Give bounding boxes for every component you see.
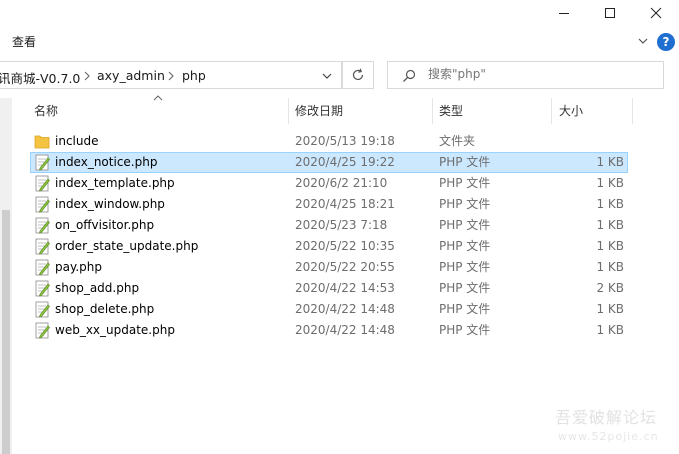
file-name: include [55, 134, 99, 148]
minimize-button[interactable] [541, 0, 587, 26]
file-type: PHP 文件 [439, 218, 491, 232]
file-size: 1 KB [596, 155, 624, 169]
file-type: PHP 文件 [439, 302, 491, 316]
column-divider[interactable] [288, 98, 289, 124]
php-file-icon [35, 259, 50, 276]
file-name: on_offvisitor.php [55, 218, 155, 232]
file-type: PHP 文件 [439, 323, 491, 337]
file-name: index_template.php [55, 176, 175, 190]
file-type: PHP 文件 [439, 155, 491, 169]
ribbon-bar: 查看 ? [0, 30, 679, 54]
file-modified: 2020/5/23 7:18 [295, 218, 388, 232]
file-name: order_state_update.php [55, 239, 199, 253]
file-modified: 2020/4/25 19:22 [295, 155, 395, 169]
file-row[interactable]: shop_add.php 2020/4/22 14:53 PHP 文件 2 KB [30, 278, 628, 299]
breadcrumb-item[interactable]: 讯商城-V0.7.0 [0, 68, 80, 87]
file-size: 1 KB [596, 302, 624, 316]
file-size: 1 KB [596, 218, 624, 232]
file-name: shop_delete.php [55, 302, 155, 316]
file-modified: 2020/4/25 18:21 [295, 197, 395, 211]
watermark-title: 吾爱破解论坛 [555, 408, 658, 427]
file-size: 1 KB [596, 239, 624, 253]
file-size: 1 KB [596, 197, 624, 211]
file-row[interactable]: index_template.php 2020/6/2 21:10 PHP 文件… [30, 173, 628, 194]
file-size: 1 KB [596, 260, 624, 274]
file-size: 1 KB [596, 176, 624, 190]
file-size: 2 KB [596, 281, 624, 295]
php-file-icon [35, 175, 50, 192]
php-file-icon [35, 280, 50, 297]
file-modified: 2020/5/22 20:55 [295, 260, 395, 274]
column-divider[interactable] [432, 98, 433, 124]
php-file-icon [35, 154, 50, 171]
column-header-modified[interactable]: 修改日期 [295, 98, 425, 124]
column-divider[interactable] [632, 98, 633, 124]
search-input[interactable] [428, 67, 648, 81]
navigation-scrollbar[interactable] [2, 210, 10, 454]
file-row[interactable]: on_offvisitor.php 2020/5/23 7:18 PHP 文件 … [30, 215, 628, 236]
file-modified: 2020/5/13 19:18 [295, 134, 395, 148]
file-name: index_notice.php [55, 155, 158, 169]
php-file-icon [35, 196, 50, 213]
file-modified: 2020/4/22 14:48 [295, 302, 395, 316]
file-modified: 2020/4/22 14:53 [295, 281, 395, 295]
file-modified: 2020/6/2 21:10 [295, 176, 388, 190]
watermark-url: www.52pojie.cn [558, 430, 659, 443]
breadcrumb-item[interactable]: axy_admin [97, 68, 165, 83]
refresh-button[interactable] [342, 61, 374, 89]
help-icon[interactable]: ? [657, 33, 675, 51]
file-name: web_xx_update.php [55, 323, 175, 337]
close-icon [650, 7, 662, 19]
file-type: PHP 文件 [439, 281, 491, 295]
file-row[interactable]: index_window.php 2020/4/25 18:21 PHP 文件 … [30, 194, 628, 215]
php-file-icon [35, 301, 50, 318]
chevron-right-icon[interactable] [83, 71, 91, 81]
maximize-button[interactable] [587, 0, 633, 26]
address-bar[interactable]: 讯商城-V0.7.0 axy_admin php [0, 61, 342, 89]
column-header-size[interactable]: 大小 [559, 98, 619, 124]
search-icon [403, 69, 416, 82]
file-row[interactable]: include 2020/5/13 19:18 文件夹 [30, 131, 628, 152]
file-name: shop_add.php [55, 281, 140, 295]
php-file-icon [35, 217, 50, 234]
file-type: PHP 文件 [439, 239, 491, 253]
file-type: 文件夹 [439, 134, 476, 148]
column-header-type[interactable]: 类型 [439, 98, 539, 124]
close-button[interactable] [633, 0, 679, 26]
title-bar [0, 0, 679, 30]
maximize-icon [605, 8, 615, 18]
php-file-icon [35, 322, 50, 339]
file-type: PHP 文件 [439, 260, 491, 274]
breadcrumb-item[interactable]: php [182, 68, 206, 83]
column-divider[interactable] [551, 98, 552, 124]
search-box[interactable] [387, 61, 664, 89]
file-row[interactable]: pay.php 2020/5/22 20:55 PHP 文件 1 KB [30, 257, 628, 278]
folder-icon [34, 135, 50, 149]
php-file-icon [35, 238, 50, 255]
file-modified: 2020/5/22 10:35 [295, 239, 395, 253]
file-size: 1 KB [596, 323, 624, 337]
view-menu[interactable]: 查看 [12, 33, 36, 50]
refresh-icon [352, 68, 364, 81]
file-row[interactable]: web_xx_update.php 2020/4/22 14:48 PHP 文件… [30, 320, 628, 341]
file-type: PHP 文件 [439, 197, 491, 211]
chevron-down-icon[interactable] [322, 72, 332, 80]
file-name: index_window.php [55, 197, 165, 211]
minimize-icon [559, 13, 569, 14]
expand-ribbon-icon[interactable] [637, 35, 649, 47]
file-modified: 2020/4/22 14:48 [295, 323, 395, 337]
column-header-name[interactable]: 名称 [34, 98, 284, 124]
file-row[interactable]: index_notice.php 2020/4/25 19:22 PHP 文件 … [30, 152, 628, 173]
file-row[interactable]: shop_delete.php 2020/4/22 14:48 PHP 文件 1… [30, 299, 628, 320]
file-type: PHP 文件 [439, 176, 491, 190]
chevron-right-icon[interactable] [167, 71, 175, 81]
file-row[interactable]: order_state_update.php 2020/5/22 10:35 P… [30, 236, 628, 257]
file-name: pay.php [55, 260, 103, 274]
